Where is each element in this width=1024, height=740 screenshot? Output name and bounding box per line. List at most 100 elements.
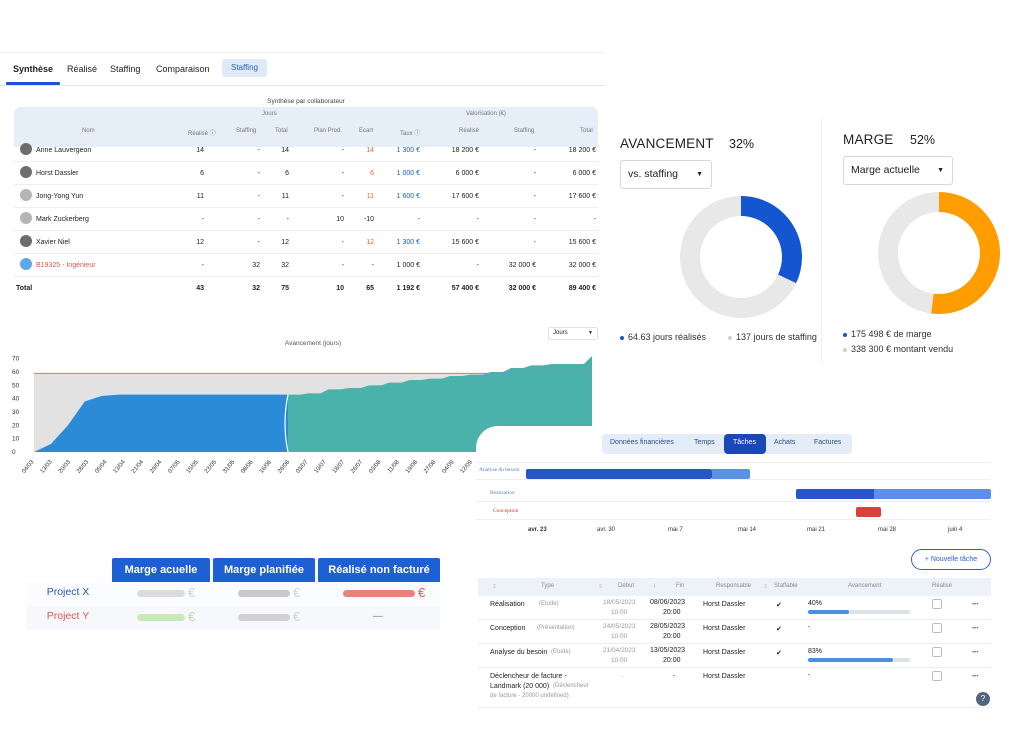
task-start-date: 21/04/2023 — [603, 647, 636, 654]
table-row[interactable]: B19325 - Ingénieur - 32 32 - - 1 000 € - 32 000 … — [14, 254, 598, 277]
tab-realise[interactable]: Réalisé — [67, 64, 97, 74]
project-label[interactable]: Project X — [26, 586, 110, 598]
cell-ecart: 11 — [366, 193, 374, 200]
task-row[interactable]: Réalisation (Etude) 18/05/2023 10:00 08/06/2… — [478, 596, 991, 620]
col-total[interactable]: Total — [275, 128, 288, 134]
gantt-bar[interactable] — [526, 469, 712, 479]
col-v-total[interactable]: Total — [580, 128, 593, 134]
euro-icon: € — [188, 585, 196, 600]
staffing-filter-pill[interactable]: Staffing — [222, 59, 267, 77]
task-subtype-line2: de facture - 20000 undefined) — [490, 693, 569, 699]
cell-v-realise: - — [476, 216, 479, 223]
avancement-legend-staffing: 137 jours de staffing — [728, 332, 817, 342]
table-row[interactable]: Xavier Niel 12 - 12 - 12 1 300 € 15 600 € - 15 60… — [14, 231, 598, 254]
gantt-bar[interactable] — [796, 489, 874, 499]
more-options-icon[interactable]: ••• — [972, 626, 978, 632]
cell-plan: - — [341, 262, 344, 269]
header-marge-actuelle: Marge acuelle — [112, 558, 210, 582]
x-tick-label: 10/07 — [314, 459, 329, 475]
tab-temps[interactable]: Temps — [694, 439, 715, 446]
col-type[interactable]: Type — [541, 583, 554, 589]
gantt-bar-remaining — [712, 469, 750, 479]
gantt-chart: Analyse du besoin Réalisation Conception — [476, 462, 991, 522]
table-row[interactable]: Anne Lauvergeon 14 - 14 - 14 1 300 € 18 200 € - 1… — [14, 139, 598, 162]
new-task-button[interactable]: + Nouvelle tâche — [911, 549, 991, 570]
col-responsable[interactable]: Responsable — [716, 583, 751, 589]
cell-taux: 1 300 € — [396, 239, 420, 246]
realise-checkbox[interactable] — [932, 623, 942, 633]
x-tick-label: 12/09 — [460, 459, 475, 475]
collaborator-name[interactable]: Anne Lauvergeon — [36, 147, 91, 154]
cell-realise: - — [201, 262, 204, 269]
col-ecart[interactable]: Ecart — [359, 128, 373, 134]
col-realise[interactable]: Réalisé ⓘ — [188, 128, 216, 137]
marge-percent: 52% — [910, 133, 936, 147]
gantt-row: Analyse du besoin — [476, 463, 991, 480]
more-options-icon[interactable]: ••• — [972, 650, 978, 656]
total-plan: 10 — [336, 285, 344, 292]
col-taux[interactable]: Taux ⓘ — [400, 128, 420, 137]
tab-staffing[interactable]: Staffing — [110, 64, 140, 74]
empty-value: — — [373, 611, 383, 622]
cell-v-realise: - — [476, 262, 479, 269]
table-row[interactable]: Horst Dassler 6 - 6 - 6 1 000 € 6 000 € - 6 000 € — [14, 162, 598, 185]
cell-total: 14 — [281, 147, 289, 154]
tab-taches[interactable]: Tâches — [733, 439, 756, 446]
tab-donnees-financieres[interactable]: Données financières — [610, 439, 674, 446]
col-staffable[interactable]: Staffable — [774, 583, 798, 589]
task-progress-label: 83% — [808, 648, 823, 655]
sort-icon[interactable]: ⇕ — [763, 583, 768, 590]
gantt-bar[interactable] — [856, 507, 881, 517]
more-options-icon[interactable]: ••• — [972, 674, 978, 680]
tab-achats[interactable]: Achats — [774, 439, 795, 446]
project-label[interactable]: Project Y — [26, 610, 110, 622]
col-debut[interactable]: Début — [618, 583, 634, 589]
realise-checkbox[interactable] — [932, 647, 942, 657]
gantt-row: Réalisation — [476, 485, 991, 502]
y-tick-label: 30 — [12, 409, 20, 416]
col-v-staffing[interactable]: Staffing — [514, 128, 534, 134]
sort-icon[interactable]: ⇕ — [598, 583, 603, 590]
legend-dot — [843, 347, 847, 352]
collaborator-name[interactable]: Mark Zuckerberg — [36, 216, 89, 223]
x-tick-label: 23/05 — [204, 459, 219, 475]
task-row[interactable]: Déclencheur de facture - Landmark (20 000… — [478, 668, 991, 708]
tab-synthese[interactable]: Synthèse — [13, 64, 53, 74]
realise-checkbox[interactable] — [932, 671, 942, 681]
table-row[interactable]: Jong-Yong Yun 11 - 11 - 11 1 600 € 17 600 € - 17 … — [14, 185, 598, 208]
sort-down-icon[interactable]: ↓ — [653, 583, 656, 589]
more-options-icon[interactable]: ••• — [972, 602, 978, 608]
sort-icon[interactable]: ⇕ — [492, 583, 497, 590]
col-nom[interactable]: Nom — [82, 128, 95, 134]
task-owner: Horst Dassler — [703, 601, 746, 608]
realise-checkbox[interactable] — [932, 599, 942, 609]
panel-tabs: Données financières Temps Tâches Achats … — [602, 434, 852, 454]
gantt-label: Conception — [493, 508, 519, 514]
cell-realise: 11 — [196, 193, 204, 200]
collaborator-name[interactable]: Jong-Yong Yun — [36, 193, 83, 200]
tab-factures[interactable]: Factures — [814, 439, 841, 446]
marge-select[interactable]: Marge actuelle ▼ — [843, 156, 953, 185]
col-plan-prod[interactable]: Plan Prod. — [314, 128, 342, 134]
tab-comparaison[interactable]: Comparaison — [156, 64, 210, 74]
col-avancement[interactable]: Avancement — [848, 583, 881, 589]
task-end-time: 20:00 — [663, 609, 681, 616]
cell-plan: - — [341, 147, 344, 154]
total-v-staffing: 32 000 € — [508, 285, 536, 292]
task-row[interactable]: Analyse du besoin (Etude) 21/04/2023 10:00 1… — [478, 644, 991, 668]
collaborator-name[interactable]: Xavier Niel — [36, 239, 70, 246]
table-row[interactable]: Mark Zuckerberg - - -10 -10- - - - — [14, 208, 598, 231]
task-row[interactable]: Conception (Présentation) 24/05/2023 10:00 2… — [478, 620, 991, 644]
cell-taux: 1 000 € — [396, 262, 420, 269]
col-v-realise[interactable]: Réalisé — [459, 128, 479, 134]
col-staffing[interactable]: Staffing — [236, 128, 256, 134]
collaborator-name[interactable]: B19325 - Ingénieur — [36, 262, 96, 269]
help-icon[interactable]: ? — [976, 692, 990, 706]
avancement-select[interactable]: vs. staffing ▼ — [620, 160, 712, 189]
collaborator-name[interactable]: Horst Dassler — [36, 170, 78, 177]
legend-label: 64.63 jours réalisés — [628, 332, 707, 342]
total-ecart: 65 — [366, 285, 374, 292]
task-start-date: 18/05/2023 — [603, 599, 636, 606]
col-realise[interactable]: Réalisé — [932, 583, 952, 589]
col-fin[interactable]: Fin — [676, 583, 684, 589]
